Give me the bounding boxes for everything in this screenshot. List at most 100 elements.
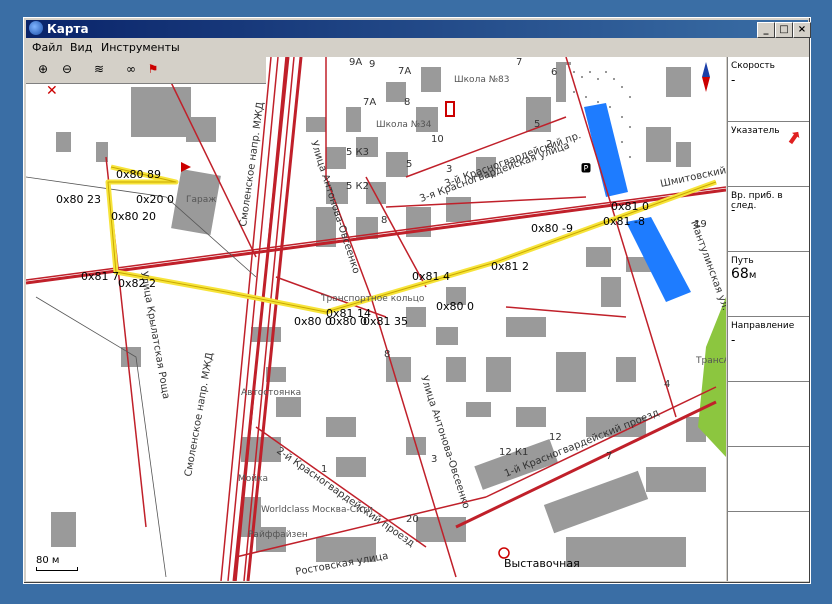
street-label: Смоленское напр. МЖД <box>238 101 266 227</box>
direction-arrow-icon: ⬆ <box>781 125 806 152</box>
node-label: 0x81 4 <box>412 270 450 283</box>
pointer-title: Указатель <box>731 126 780 136</box>
zoom-in-icon[interactable]: ⊕ <box>34 60 52 78</box>
title-bar[interactable]: Карта _ □ × <box>26 20 811 38</box>
place-label: ТрансА <box>695 356 726 366</box>
node-label: 0x81 2 <box>491 260 529 273</box>
house-number: 3 <box>446 164 452 175</box>
zoom-out-icon[interactable]: ⊖ <box>58 60 76 78</box>
toolbar: ⊕ ⊖ ≋ ∞ ⚑ <box>26 57 266 84</box>
node-label: 0x80 23 <box>56 193 101 206</box>
minimize-button[interactable]: _ <box>757 22 775 38</box>
node-label: 0x80 20 <box>111 210 156 223</box>
route-icon[interactable]: ∞ <box>122 60 140 78</box>
street-label: Мантулинская ул. <box>688 219 726 312</box>
node-label: 0x81 -8 <box>603 215 645 228</box>
speed-title: Скорость <box>731 61 775 71</box>
place-label: Транспортное кольцо <box>320 294 425 304</box>
place-label: Школа №83 <box>454 75 510 85</box>
parking-icon: 🅿 <box>581 163 591 175</box>
eta-panel: Вр. приб. в след. - <box>728 187 809 252</box>
street-label: Шмитовский <box>659 165 726 190</box>
house-number: 7 <box>606 451 612 462</box>
speed-value: - <box>731 73 736 87</box>
distance-title: Путь <box>731 256 754 266</box>
house-number: 9А <box>349 57 362 68</box>
compass-north-icon <box>702 62 710 77</box>
cross-icon[interactable]: ✕ <box>46 83 58 99</box>
house-number: 10 <box>431 134 444 145</box>
node-label: 0x82 2 <box>118 277 156 290</box>
metro-label: Выставочная <box>504 557 580 570</box>
house-number: 8 <box>381 215 387 226</box>
house-number: 1 <box>321 464 327 475</box>
heading-value: - <box>731 333 736 347</box>
node-label: 0x81 7 <box>81 270 119 283</box>
menu-bar: Файл Вид Инструменты <box>26 39 808 57</box>
street-labels: Смоленское напр. МЖД Смоленское напр. МЖ… <box>138 101 726 578</box>
heading-panel: Направление - <box>728 317 809 382</box>
house-number: 3 <box>431 454 437 465</box>
map-window: Карта _ □ × Файл Вид Инструменты Смоленс… <box>23 17 811 584</box>
menu-tools[interactable]: Инструменты <box>101 41 180 54</box>
maximize-button[interactable]: □ <box>775 22 793 38</box>
scale-bar: 80 м <box>36 555 78 571</box>
node-label: 0x81 0 <box>611 200 649 213</box>
place-label: Гараж <box>186 195 216 205</box>
street-label: Улица Антонова-Овсеенко <box>418 375 471 511</box>
place-label: Мойка <box>238 474 268 484</box>
app-globe-icon <box>29 21 43 35</box>
node-label: 0x80 -9 <box>531 222 573 235</box>
node-label: 0x80 89 <box>116 168 161 181</box>
pointer-panel: Указатель ⬆ <box>728 122 809 187</box>
place-label: Worldclass Москва-Сити <box>261 505 373 515</box>
house-number: 5 <box>406 159 412 170</box>
place-label: Школа №34 <box>376 120 432 130</box>
house-number: 5 К3 <box>346 147 369 158</box>
selected-object[interactable] <box>445 101 455 117</box>
empty-panel-2 <box>728 447 809 512</box>
house-number: 2 <box>546 139 552 150</box>
house-number: 4 <box>664 379 670 390</box>
house-number: 5 К2 <box>346 181 369 192</box>
house-number: 7А <box>398 66 411 77</box>
house-number: 5 <box>534 119 540 130</box>
eta-value: - <box>731 203 736 217</box>
place-label: Автостоянка <box>241 388 301 398</box>
scale-label: 80 м <box>36 555 60 566</box>
empty-panel-1 <box>728 382 809 447</box>
info-panel: Скорость - Указатель ⬆ Вр. приб. в след.… <box>727 57 809 581</box>
place-label: Райффайзен <box>248 530 308 540</box>
distance-value: 68м <box>731 266 757 282</box>
eta-title: Вр. приб. в след. <box>731 191 783 211</box>
street-label: Смоленское напр. МЖД <box>183 352 216 478</box>
house-number: 12 К1 <box>499 447 528 458</box>
node-label: 0x80 0 <box>436 300 474 313</box>
compass-south-icon <box>702 77 710 92</box>
close-button[interactable]: × <box>793 22 811 38</box>
house-number: 8 <box>404 97 410 108</box>
house-number: 9 <box>369 59 375 70</box>
empty-panel-3 <box>728 512 809 580</box>
heading-title: Направление <box>731 321 795 331</box>
node-label: 0x81 14 <box>326 307 371 320</box>
window-title: Карта <box>47 22 89 36</box>
menu-view[interactable]: Вид <box>70 41 92 54</box>
scale-line <box>36 567 78 571</box>
track-icon[interactable]: ≋ <box>90 60 108 78</box>
speed-panel: Скорость - <box>728 57 809 122</box>
map-svg: Смоленское напр. МЖД Смоленское напр. МЖ… <box>26 57 726 581</box>
house-number: 12 <box>549 432 562 443</box>
distance-panel: Путь 68м <box>728 252 809 317</box>
house-number: 20 <box>406 514 419 525</box>
house-number: 7А <box>363 97 376 108</box>
flag-icon[interactable]: ⚑ <box>144 60 162 78</box>
house-number: 8 <box>384 349 390 360</box>
house-number: 7 <box>516 57 522 68</box>
node-label: 0x20 0 <box>136 193 174 206</box>
street-label: Улица Крылатская Роща <box>138 271 171 400</box>
menu-file[interactable]: Файл <box>32 41 62 54</box>
house-number: 19 <box>694 219 707 230</box>
house-number: 6 <box>551 67 557 78</box>
map-canvas[interactable]: Смоленское напр. МЖД Смоленское напр. МЖ… <box>26 57 726 581</box>
